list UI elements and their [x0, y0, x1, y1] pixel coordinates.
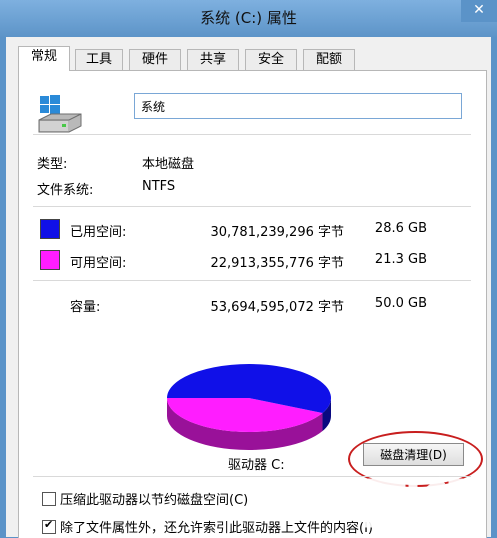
- free-space-size: 21.3 GB: [374, 252, 427, 267]
- capacity-bytes: 53,694,595,072 字节: [210, 300, 344, 315]
- filesystem-label: 文件系统:: [37, 183, 94, 198]
- drive-label: 驱动器 C:: [228, 458, 285, 473]
- free-space-swatch: [40, 250, 60, 270]
- compress-checkbox-label: 压缩此驱动器以节约磁盘空间(C): [60, 493, 249, 508]
- window-title: 系统 (C:) 属性: [200, 9, 297, 27]
- volume-name-input[interactable]: [134, 93, 462, 119]
- filesystem-value: NTFS: [142, 179, 176, 194]
- index-checkbox[interactable]: [42, 518, 56, 534]
- site-watermark-logo: [364, 476, 486, 530]
- capacity-size: 50.0 GB: [374, 296, 427, 311]
- hard-drive-icon: [38, 95, 82, 133]
- used-space-swatch: [40, 219, 60, 239]
- divider: [33, 280, 471, 281]
- tab-general[interactable]: 常规: [18, 46, 70, 71]
- disk-usage-pie: [167, 364, 331, 450]
- used-space-label: 已用空间:: [70, 225, 127, 240]
- type-label: 类型:: [37, 157, 68, 172]
- general-panel: 类型: 本地磁盘 文件系统: NTFS 已用空间: 30,781,239,296…: [18, 70, 487, 538]
- divider: [33, 134, 471, 135]
- tab-sharing[interactable]: 共享: [187, 49, 239, 70]
- title-bar: 系统 (C:) 属性 ✕: [0, 0, 497, 37]
- dialog-body: 常规 工具 硬件 共享 安全 配额 类型: 本地磁盘 文件系统: NTFS 已用…: [6, 37, 491, 538]
- index-option[interactable]: 除了文件属性外，还允许索引此驱动器上文件的内容(I): [42, 517, 373, 536]
- tab-quota[interactable]: 配额: [303, 49, 355, 70]
- type-value: 本地磁盘: [142, 157, 195, 172]
- divider: [33, 206, 471, 207]
- tab-security[interactable]: 安全: [245, 49, 297, 70]
- tab-tools[interactable]: 工具: [75, 49, 123, 70]
- close-icon[interactable]: ✕: [461, 0, 497, 22]
- compress-checkbox[interactable]: [42, 492, 56, 506]
- capacity-label: 容量:: [70, 300, 101, 315]
- free-space-bytes: 22,913,355,776 字节: [210, 256, 344, 271]
- tab-hardware[interactable]: 硬件: [129, 49, 181, 70]
- free-space-label: 可用空间:: [70, 256, 127, 271]
- index-checkbox-label: 除了文件属性外，还允许索引此驱动器上文件的内容(I): [60, 521, 373, 536]
- used-space-bytes: 30,781,239,296 字节: [210, 225, 344, 240]
- compress-option[interactable]: 压缩此驱动器以节约磁盘空间(C): [42, 489, 248, 508]
- used-space-size: 28.6 GB: [374, 221, 427, 236]
